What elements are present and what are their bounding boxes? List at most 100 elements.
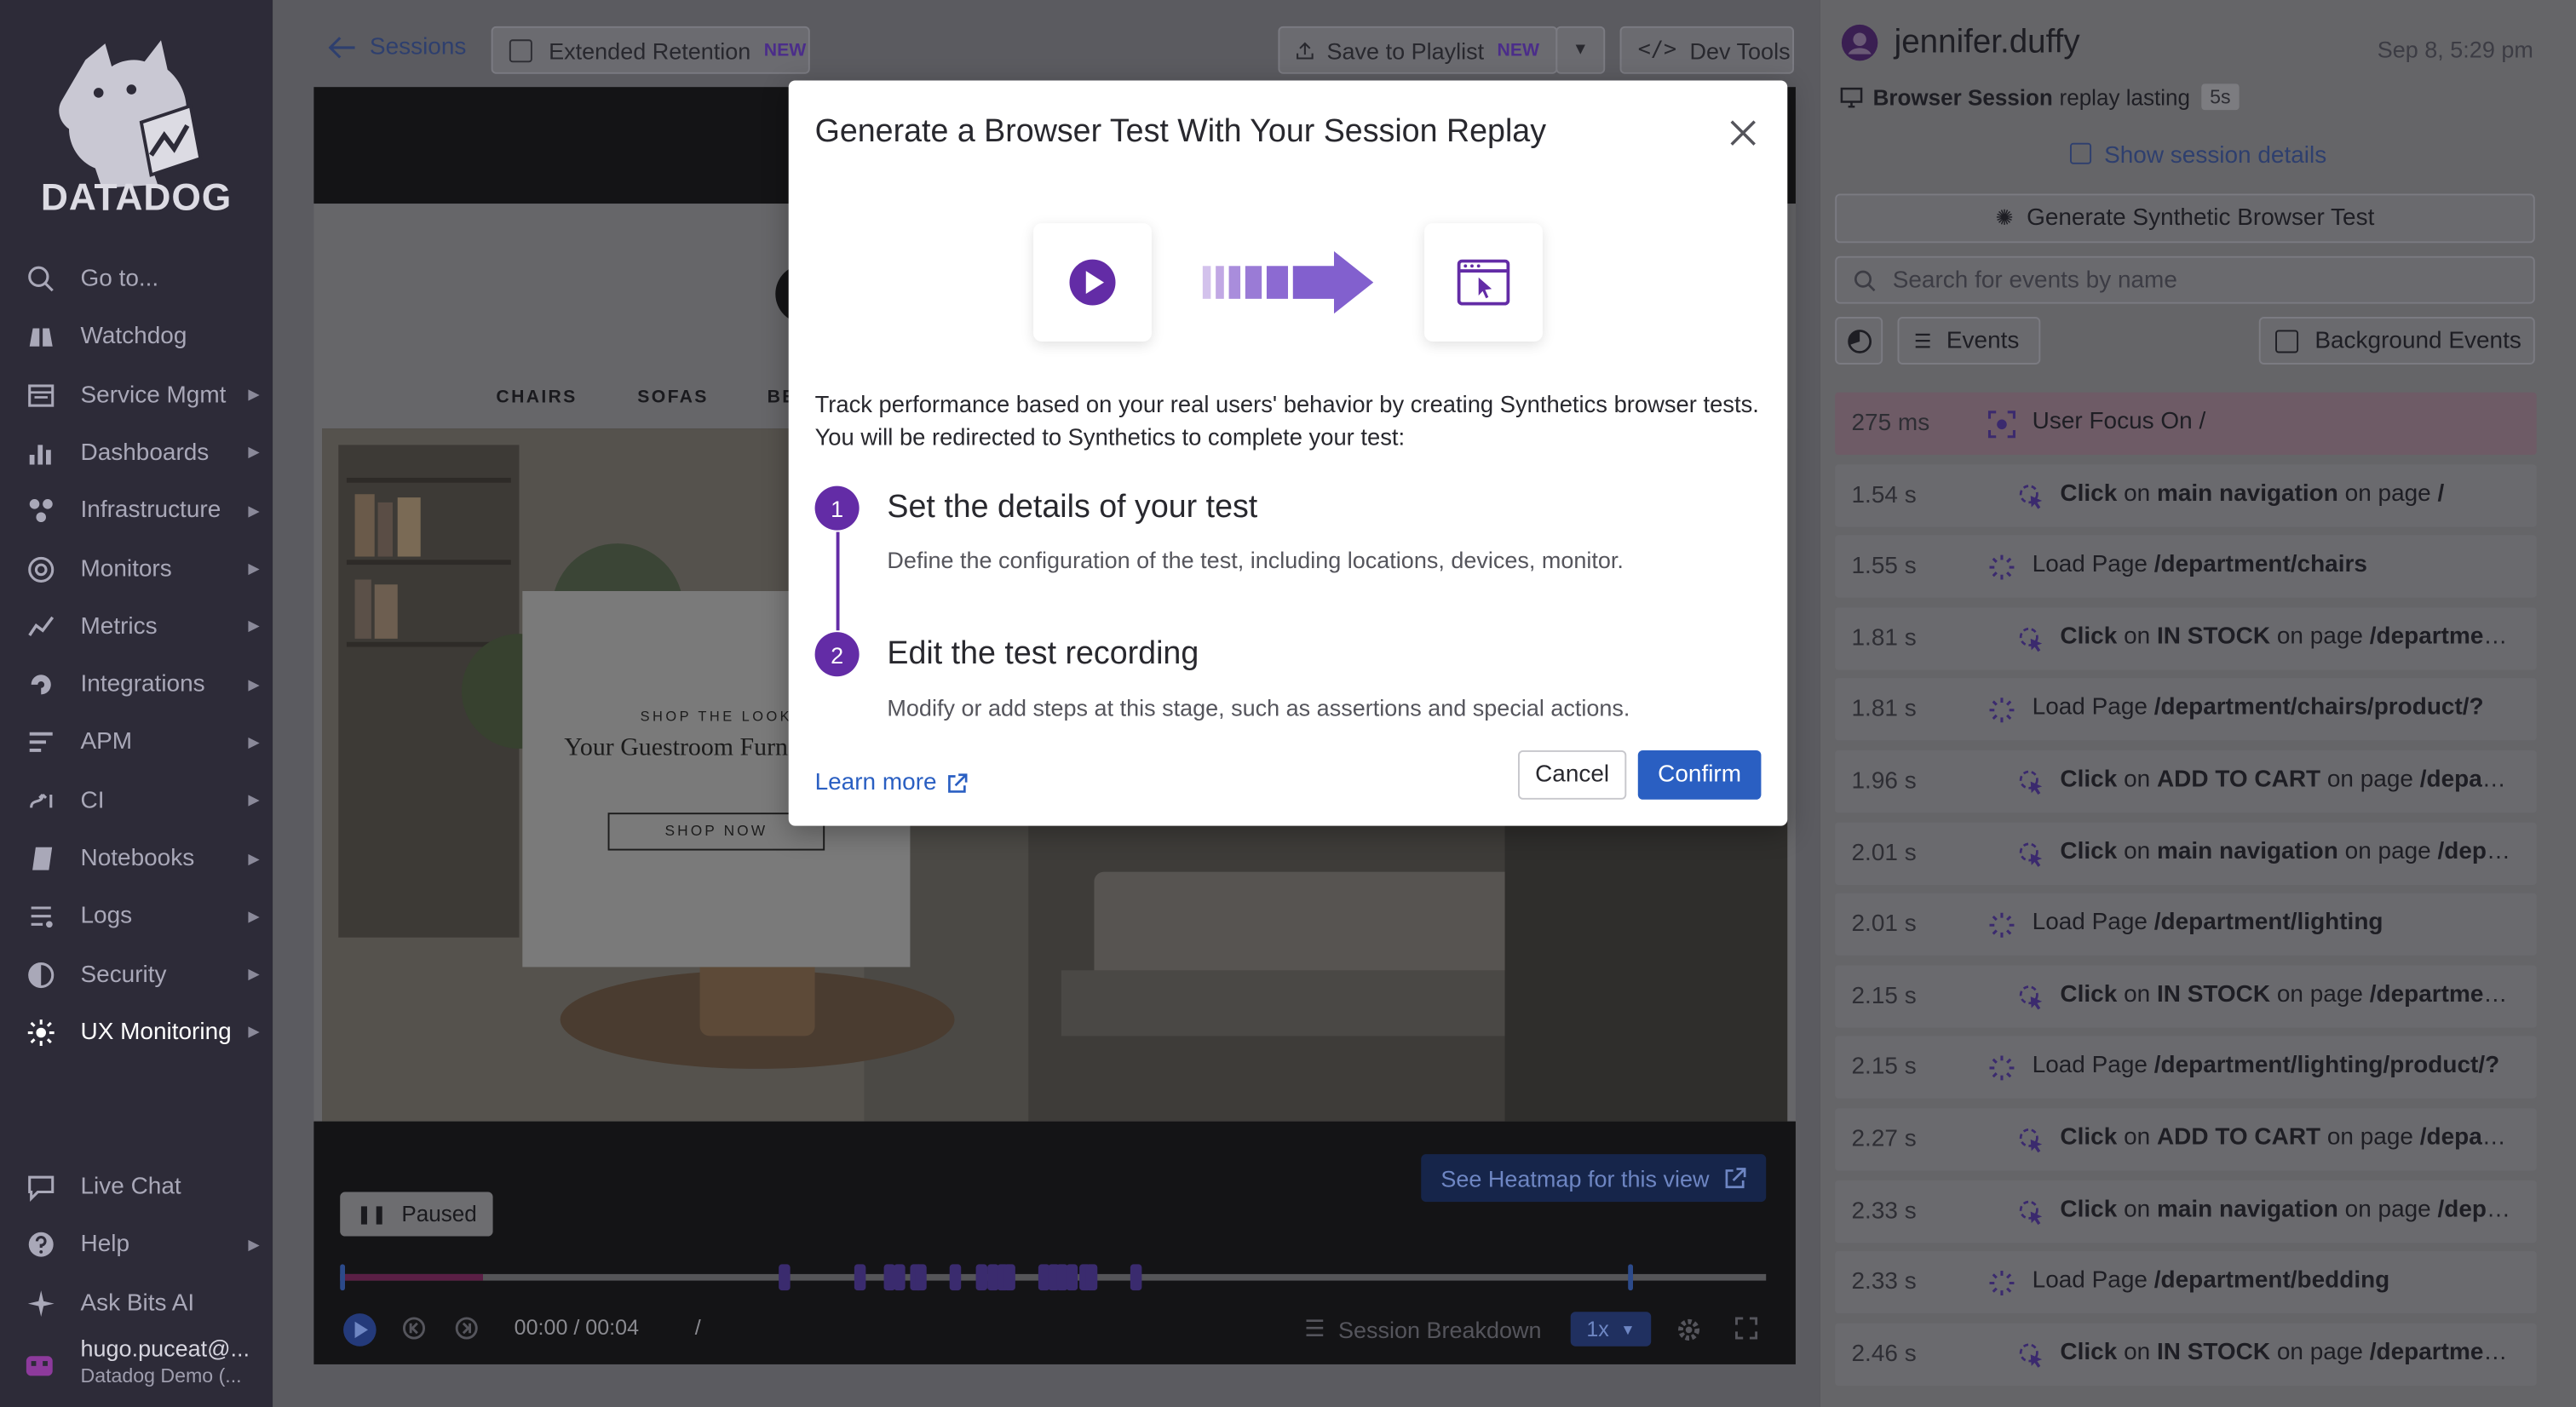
chevron-right-icon: ▶: [248, 617, 260, 635]
show-session-details-link[interactable]: Show session details: [1820, 142, 2576, 169]
event-time: 2.01 s: [1851, 911, 1917, 939]
timeline-event-marker[interactable]: [1628, 1264, 1633, 1291]
desktop-icon: [1840, 87, 1863, 108]
dev-tools-button[interactable]: </> Dev Tools: [1619, 26, 1794, 74]
sidebar-item-apm[interactable]: APM ▶: [0, 718, 273, 767]
back-to-sessions-link[interactable]: Sessions: [328, 34, 466, 60]
sidebar-item-watchdog[interactable]: Watchdog: [0, 313, 273, 362]
sidebar-item-security[interactable]: Security ▶: [0, 950, 273, 999]
user-name: hugo.puceat@...: [80, 1335, 250, 1362]
sidebar-item-dashboards[interactable]: Dashboards ▶: [0, 428, 273, 478]
sidebar-item-integrations[interactable]: Integrations ▶: [0, 660, 273, 709]
chevron-right-icon: ▶: [248, 733, 260, 750]
search-placeholder: Search for events by name: [1892, 267, 2177, 294]
timeline-event-marker[interactable]: [1003, 1264, 1015, 1291]
timeline-event-marker[interactable]: [915, 1264, 927, 1291]
chevron-right-icon: ▶: [248, 849, 260, 866]
background-events-checkbox[interactable]: [2275, 329, 2299, 353]
event-row[interactable]: 275 ms User Focus On /: [1835, 392, 2537, 455]
sidebar-item-ask-bits-ai[interactable]: Ask Bits AI: [0, 1278, 273, 1328]
step-number: 1: [814, 485, 860, 531]
event-action: Load Page: [2032, 910, 2148, 937]
event-row[interactable]: 2.01 s Click on main navigation on page /…: [1835, 821, 2537, 885]
extended-retention-toggle[interactable]: Extended Retention NEW: [491, 26, 810, 74]
generate-synthetic-test-button[interactable]: ✺ Generate Synthetic Browser Test: [1835, 193, 2535, 244]
event-row[interactable]: 1.81 s Click on IN STOCK on page /departm…: [1835, 606, 2537, 670]
speed-select[interactable]: 1x ▼: [1570, 1312, 1652, 1347]
browser-test-illustration: [1424, 223, 1543, 342]
sidebar-item-notebooks[interactable]: Notebooks ▶: [0, 834, 273, 883]
timeline-event-marker[interactable]: [894, 1264, 906, 1291]
playback-time: 00:00 / 00:04: [514, 1315, 640, 1341]
timeline-event-marker[interactable]: [1066, 1264, 1078, 1291]
event-row[interactable]: 2.15 s Load Page /department/lighting/pro…: [1835, 1037, 2537, 1100]
timeline-event-marker[interactable]: [779, 1264, 791, 1291]
sidebar-item-service-mgmt[interactable]: Service Mgmt ▶: [0, 370, 273, 420]
forward-icon[interactable]: [453, 1315, 480, 1341]
save-to-playlist-button[interactable]: Save to Playlist NEW: [1278, 26, 1558, 74]
external-link-icon: [1726, 1167, 1747, 1188]
chevron-right-icon: ▶: [248, 502, 260, 519]
event-description: Click on IN STOCK on page /department...: [2060, 1340, 2513, 1366]
timeline-event-marker[interactable]: [1085, 1264, 1098, 1291]
infrastructure-icon: [29, 499, 53, 523]
step-title: Edit the test recording: [887, 635, 1199, 672]
event-row[interactable]: 1.81 s Load Page /department/chairs/produ…: [1835, 678, 2537, 742]
event-row[interactable]: 1.96 s Click on ADD TO CART on page /depa…: [1835, 749, 2537, 813]
user-menu[interactable]: hugo.puceat@... Datadog Demo (...: [0, 1333, 273, 1402]
event-row[interactable]: 2.01 s Load Page /department/lighting: [1835, 893, 2537, 956]
shield-icon: [28, 962, 55, 988]
timeline-event-marker[interactable]: [340, 1264, 345, 1291]
focus-icon: [1987, 411, 2015, 439]
cancel-button[interactable]: Cancel: [1517, 749, 1627, 800]
timeline-event-marker[interactable]: [975, 1264, 988, 1291]
close-icon[interactable]: [1728, 118, 1758, 148]
event-row[interactable]: 2.33 s Load Page /department/bedding: [1835, 1251, 2537, 1314]
sidebar-item-monitors[interactable]: Monitors ▶: [0, 544, 273, 594]
rewind-icon[interactable]: [401, 1315, 428, 1341]
events-filter-button[interactable]: ☰ Events: [1897, 317, 2041, 365]
loading-icon: [1989, 1271, 2015, 1296]
play-icon[interactable]: [342, 1312, 377, 1347]
event-row[interactable]: 1.55 s Load Page /department/chairs: [1835, 535, 2537, 599]
playlist-dropdown-button[interactable]: ▼: [1555, 26, 1606, 74]
sidebar-item-label: Notebooks: [80, 845, 195, 872]
sidebar-item-infrastructure[interactable]: Infrastructure ▶: [0, 486, 273, 536]
sidebar-item-ux-monitoring[interactable]: UX Monitoring ▶: [0, 1008, 273, 1057]
event-connector: on: [2124, 623, 2151, 650]
timeline-event-marker[interactable]: [949, 1264, 962, 1291]
pause-icon: ❚❚: [356, 1204, 388, 1226]
fullscreen-icon[interactable]: [1735, 1317, 1758, 1340]
sidebar-item-help[interactable]: Help ▶: [0, 1220, 273, 1270]
event-row[interactable]: 2.27 s Click on ADD TO CART on page /depa…: [1835, 1108, 2537, 1171]
background-events-toggle[interactable]: Background Events: [2258, 317, 2535, 365]
sidebar-item-logs[interactable]: Logs ▶: [0, 892, 273, 941]
sidebar-item-live-chat[interactable]: Live Chat: [0, 1163, 273, 1212]
retention-new-badge: NEW: [763, 40, 807, 60]
timeline-event-marker[interactable]: [1130, 1264, 1142, 1291]
event-row[interactable]: 2.33 s Click on main navigation on page /…: [1835, 1180, 2537, 1243]
user-org: Datadog Demo (...: [80, 1364, 242, 1387]
event-row[interactable]: 2.46 s Click on IN STOCK on page /departm…: [1835, 1323, 2537, 1386]
heatmap-button[interactable]: See Heatmap for this view: [1421, 1154, 1767, 1203]
timeline-event-marker[interactable]: [854, 1264, 866, 1291]
event-row[interactable]: 1.54 s Click on main navigation on page /: [1835, 463, 2537, 527]
sidebar-item-go-to[interactable]: Go to...: [0, 255, 273, 304]
session-user-name: jennifer.duffy: [1894, 23, 2080, 60]
event-action: Click: [2060, 623, 2118, 650]
arrow-right-icon: [1202, 250, 1374, 314]
confirm-button[interactable]: Confirm: [1637, 749, 1762, 800]
sidebar-item-ci[interactable]: CI ▶: [0, 776, 273, 825]
learn-more-link[interactable]: Learn more: [815, 770, 969, 796]
retention-checkbox[interactable]: [509, 38, 532, 62]
session-breakdown-button[interactable]: ☰ Session Breakdown: [1304, 1315, 1541, 1343]
event-search-input[interactable]: Search for events by name: [1835, 256, 2535, 304]
session-user[interactable]: jennifer.duffy: [1840, 23, 2080, 62]
event-row[interactable]: 2.15 s Click on IN STOCK on page /departm…: [1835, 965, 2537, 1028]
timing-filter-button[interactable]: [1835, 317, 1883, 365]
sidebar-item-metrics[interactable]: Metrics ▶: [0, 602, 273, 652]
event-target: main navigation: [2156, 1196, 2338, 1223]
gear-icon[interactable]: [1676, 1317, 1702, 1343]
event-connector: on: [2124, 767, 2151, 794]
generate-label: Generate Synthetic Browser Test: [2027, 204, 2375, 232]
